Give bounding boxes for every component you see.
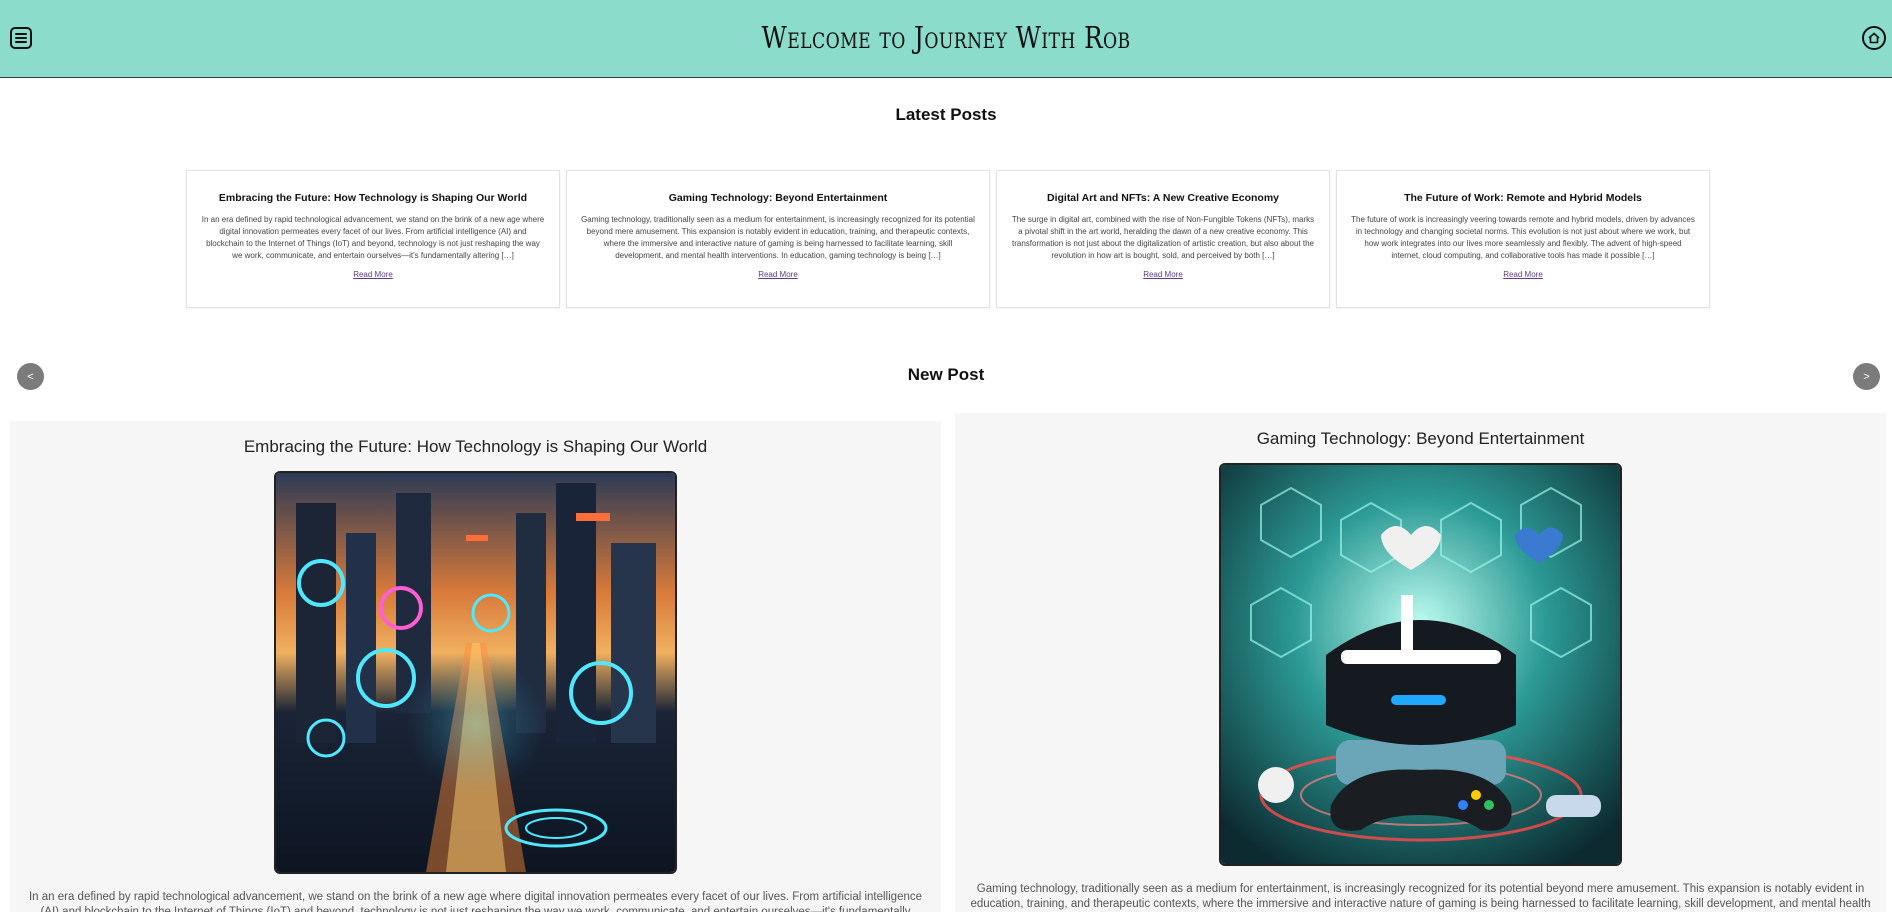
slide-excerpt: In an era defined by rapid technological… <box>28 891 923 912</box>
carousel-slide[interactable]: Embracing the Future: How Technology is … <box>10 421 941 912</box>
read-more-link[interactable]: Read More <box>1503 270 1543 279</box>
latest-post-card: The Future of Work: Remote and Hybrid Mo… <box>1336 170 1710 308</box>
site-title: Welcome to Journey With Rob <box>761 21 1131 56</box>
smart-city-illustration[interactable] <box>274 471 677 874</box>
slide-title: Gaming Technology: Beyond Entertainment <box>1256 429 1585 448</box>
menu-icon[interactable] <box>10 27 32 49</box>
latest-post-card: Digital Art and NFTs: A New Creative Eco… <box>996 170 1330 308</box>
card-title: Embracing the Future: How Technology is … <box>218 192 528 204</box>
carousel-next-button[interactable]: > <box>1853 363 1880 390</box>
read-more-link[interactable]: Read More <box>1143 270 1183 279</box>
slide-excerpt: Gaming technology, traditionally seen as… <box>970 883 1871 910</box>
latest-posts-heading: Latest Posts <box>895 105 997 124</box>
latest-post-card: Gaming Technology: Beyond Entertainment … <box>566 170 990 308</box>
card-title: Gaming Technology: Beyond Entertainment <box>668 192 888 204</box>
card-excerpt: Gaming technology, traditionally seen as… <box>581 215 975 260</box>
home-icon[interactable] <box>1862 26 1886 50</box>
slide-title: Embracing the Future: How Technology is … <box>243 437 708 456</box>
new-post-heading: New Post <box>907 365 985 384</box>
carousel-slide[interactable]: Gaming Technology: Beyond Entertainment <box>955 413 1886 912</box>
latest-post-card: Embracing the Future: How Technology is … <box>186 170 560 308</box>
card-excerpt: The future of work is increasingly veeri… <box>1351 215 1695 260</box>
card-excerpt: The surge in digital art, combined with … <box>1011 215 1315 260</box>
read-more-link[interactable]: Read More <box>758 270 798 279</box>
site-header: Welcome to Journey With Rob <box>0 0 1892 78</box>
card-title: The Future of Work: Remote and Hybrid Mo… <box>1404 192 1642 204</box>
read-more-link[interactable]: Read More <box>353 270 393 279</box>
vr-headset-illustration[interactable] <box>1219 463 1622 866</box>
card-title: Digital Art and NFTs: A New Creative Eco… <box>1046 192 1279 204</box>
latest-posts-row: Embracing the Future: How Technology is … <box>186 170 1710 308</box>
card-excerpt: In an era defined by rapid technological… <box>201 215 545 260</box>
